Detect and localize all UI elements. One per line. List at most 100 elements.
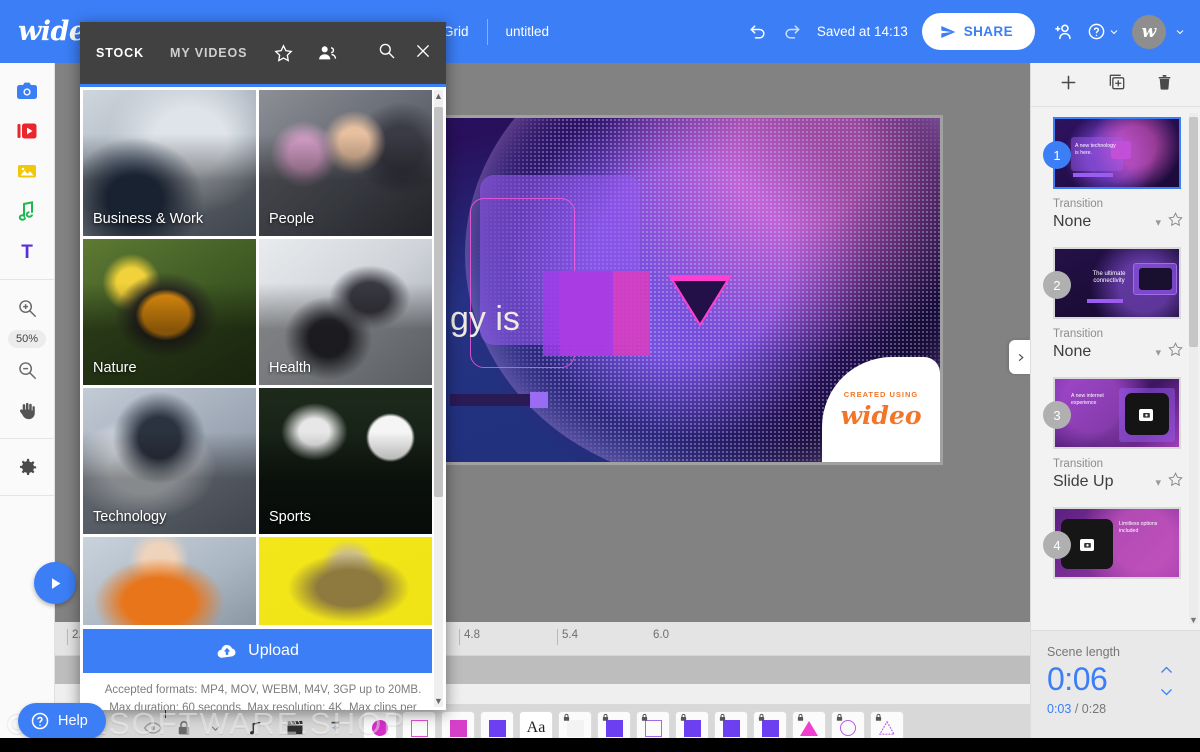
lock-icon: [680, 713, 687, 721]
star-icon[interactable]: [273, 43, 294, 64]
avatar[interactable]: w: [1132, 14, 1166, 49]
scene-item[interactable]: A new internet experience 3 Transition S…: [1043, 377, 1186, 493]
undo-icon[interactable]: [741, 15, 775, 49]
scene-item[interactable]: Limitless options included 4: [1043, 507, 1186, 579]
scroll-down-arrow-icon[interactable]: ▼: [1189, 614, 1198, 626]
stock-category-card[interactable]: Technology: [83, 388, 256, 534]
stock-media-panel[interactable]: STOCK MY VIDEOS Business & Work People N…: [80, 22, 446, 710]
stock-category-label: Technology: [93, 509, 167, 525]
favorite-star-icon[interactable]: [1167, 471, 1184, 493]
scene-thumbnail[interactable]: A new technology is here.: [1053, 117, 1181, 189]
canvas-bar[interactable]: [450, 394, 530, 406]
play-button[interactable]: [34, 562, 76, 604]
tab-my-videos[interactable]: MY VIDEOS: [170, 46, 247, 60]
saved-status: Saved at 14:13: [816, 24, 908, 39]
scenes-scrollbar-thumb[interactable]: [1189, 117, 1198, 347]
scene-length-title: Scene length: [1047, 645, 1120, 659]
scenes-list[interactable]: A new technology is here. 1 Transition N…: [1031, 107, 1200, 630]
camera-image-tool[interactable]: [7, 71, 47, 111]
left-toolbar-zoom-group: 50%: [0, 280, 54, 438]
created-using-label: CREATED USING: [843, 389, 919, 399]
wideo-editor-app: wideo Grid untitled Saved at 14:13 SHARE…: [0, 0, 1200, 752]
transition-value[interactable]: None: [1053, 343, 1091, 361]
help-button[interactable]: Help: [18, 703, 106, 739]
chevron-down-icon[interactable]: ▾: [1155, 216, 1161, 229]
stock-scrollbar-thumb[interactable]: [434, 107, 443, 497]
left-toolbar: T 50%: [0, 63, 55, 752]
stock-category-card[interactable]: People: [259, 90, 432, 236]
canvas-text-element[interactable]: gy is: [450, 300, 520, 339]
music-tool[interactable]: [7, 191, 47, 231]
panel-collapse-toggle[interactable]: [1009, 340, 1031, 374]
picture-tool[interactable]: [7, 151, 47, 191]
video-canvas[interactable]: gy is CREATED USING wideo: [440, 118, 940, 462]
canvas-bar-accent[interactable]: [530, 392, 548, 408]
canvas-triangle-outline[interactable]: [668, 275, 732, 327]
favorite-star-icon[interactable]: [1167, 211, 1184, 233]
zoom-in-tool[interactable]: [7, 288, 47, 328]
text-tool[interactable]: T: [7, 231, 47, 271]
scene-item[interactable]: A new technology is here. 1 Transition N…: [1043, 117, 1186, 233]
stock-category-card[interactable]: Sports: [259, 388, 432, 534]
stock-category-card[interactable]: [259, 537, 432, 625]
stock-category-card[interactable]: Business & Work: [83, 90, 256, 236]
avatar-chevron-down-icon[interactable]: [1174, 26, 1186, 38]
duplicate-scene-icon[interactable]: [1107, 72, 1127, 97]
scene-length-steppers: [1159, 665, 1174, 697]
zoom-out-tool[interactable]: [7, 350, 47, 390]
lock-icon: [641, 713, 648, 721]
current-time: 0:03: [1047, 702, 1072, 716]
scene-thumbnail[interactable]: The ultimate connectivity: [1053, 247, 1181, 319]
zoom-level[interactable]: 50%: [7, 330, 47, 348]
redo-icon[interactable]: [775, 15, 809, 49]
stock-panel-body[interactable]: Business & Work People Nature Health Tec…: [80, 84, 446, 710]
scene-time-readout: 0:03 / 0:28: [1047, 702, 1184, 716]
scroll-up-arrow-icon[interactable]: ▲: [434, 89, 443, 103]
add-person-icon[interactable]: [1047, 15, 1081, 49]
search-icon[interactable]: [377, 41, 396, 65]
scene-thumbnail-title: Limitless options included: [1119, 521, 1158, 534]
transition-row[interactable]: None ▾: [1053, 341, 1186, 363]
upload-restrictions-note: Accepted formats: MP4, MOV, WEBM, M4V, 3…: [80, 673, 446, 710]
stock-category-card[interactable]: Health: [259, 239, 432, 385]
transition-value[interactable]: Slide Up: [1053, 473, 1113, 491]
upload-button[interactable]: Upload: [83, 629, 432, 673]
add-scene-icon[interactable]: [1058, 72, 1079, 98]
scroll-down-arrow-icon[interactable]: ▼: [434, 694, 443, 708]
close-icon[interactable]: [414, 42, 432, 65]
help-menu[interactable]: [1087, 22, 1120, 41]
tab-stock[interactable]: STOCK: [96, 46, 144, 60]
stepper-up-icon[interactable]: [1159, 665, 1174, 675]
document-title[interactable]: untitled: [506, 24, 550, 39]
video-tool[interactable]: [7, 111, 47, 151]
stepper-down-icon[interactable]: [1159, 687, 1174, 697]
stock-category-label: Nature: [93, 360, 137, 376]
favorite-star-icon[interactable]: [1167, 341, 1184, 363]
square-shape-icon: [683, 719, 701, 737]
transition-row[interactable]: Slide Up ▾: [1053, 471, 1186, 493]
chevron-down-icon[interactable]: ▾: [1155, 346, 1161, 359]
chevron-down-icon[interactable]: ▾: [1155, 476, 1161, 489]
transition-label: Transition: [1053, 198, 1104, 210]
canvas-purple-rect[interactable]: [543, 271, 613, 356]
hand-pan-tool[interactable]: [7, 390, 47, 430]
stock-category-card[interactable]: Nature: [83, 239, 256, 385]
lock-icon: [797, 713, 804, 721]
share-button[interactable]: SHARE: [921, 13, 1035, 50]
help-label: Help: [58, 713, 88, 729]
triangle-outline-shape-icon: [878, 720, 896, 735]
stock-panel-actions: [377, 41, 432, 65]
transition-row[interactable]: None ▾: [1053, 211, 1186, 233]
delete-scene-icon[interactable]: [1155, 73, 1174, 97]
circle-outline-shape-icon: [840, 720, 856, 736]
settings-tool[interactable]: [7, 447, 47, 487]
scene-thumbnail[interactable]: Limitless options included: [1053, 507, 1181, 579]
scene-item[interactable]: The ultimate connectivity 2 Transition N…: [1043, 247, 1186, 363]
chevron-right-icon: [1018, 353, 1024, 361]
time-separator: /: [1074, 702, 1079, 716]
transition-value[interactable]: None: [1053, 213, 1091, 231]
stock-category-card[interactable]: [83, 537, 256, 625]
scene-thumbnail[interactable]: A new internet experience: [1053, 377, 1181, 449]
scene-thumbnail-title: A new technology is here.: [1075, 143, 1116, 156]
people-icon[interactable]: [316, 42, 338, 64]
